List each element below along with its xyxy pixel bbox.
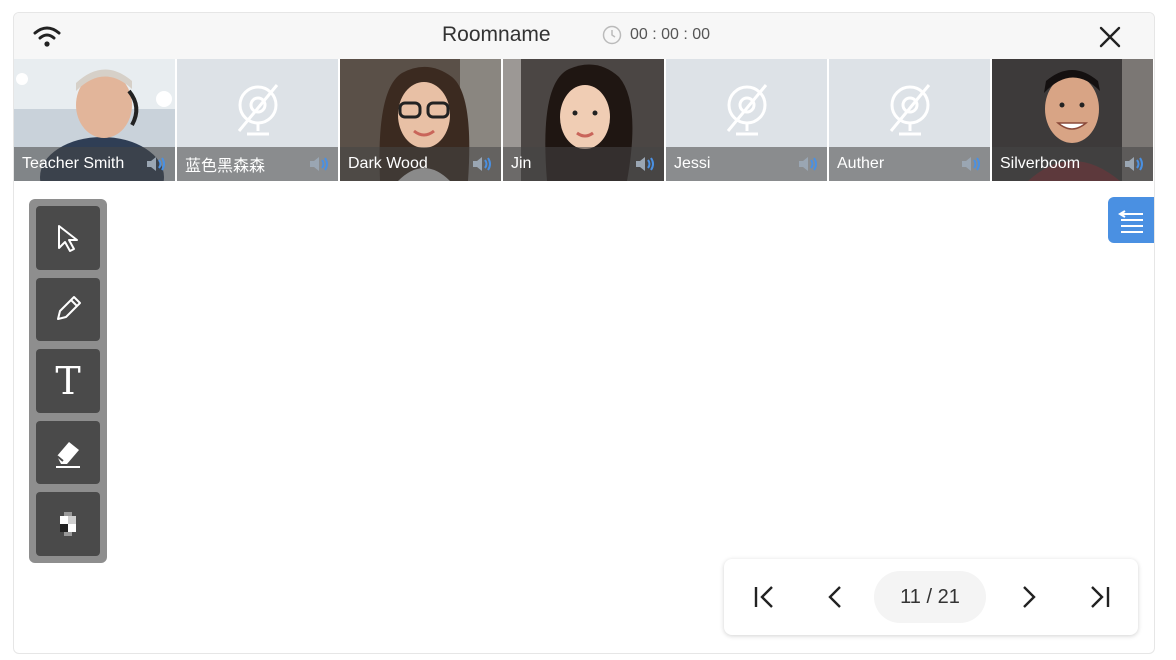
next-page-button[interactable]: [1008, 577, 1048, 617]
page-navigator: 11 / 21: [724, 559, 1138, 635]
participant-tile[interactable]: Jessi: [666, 59, 827, 181]
participant-tile[interactable]: Dark Wood: [340, 59, 501, 181]
participant-name: Dark Wood: [348, 155, 428, 172]
participant-strip: Teacher Smith 蓝色黑森森 Dark Wood Jin Jessi …: [14, 59, 1154, 181]
wifi-icon: [33, 26, 61, 47]
participant-name: Jessi: [674, 155, 711, 172]
speaker-icon[interactable]: [308, 155, 330, 173]
speaker-icon[interactable]: [145, 155, 167, 173]
participant-name: Jin: [511, 155, 532, 172]
whiteboard-toolbar: T: [29, 199, 107, 563]
mosaic-tool-button[interactable]: [36, 492, 100, 556]
pencil-icon: [57, 296, 81, 321]
list-menu-icon: [1118, 210, 1143, 233]
first-page-button[interactable]: [744, 577, 784, 617]
eraser-icon: [56, 441, 80, 468]
pencil-tool-button[interactable]: [36, 277, 100, 342]
participant-tile[interactable]: Jin: [503, 59, 664, 181]
room-title: Roomname: [442, 23, 551, 46]
last-page-icon: [1091, 586, 1110, 608]
camera-off-icon: [726, 84, 767, 136]
participant-tile[interactable]: Silverboom: [992, 59, 1153, 181]
last-page-button[interactable]: [1080, 577, 1120, 617]
speaker-icon[interactable]: [634, 155, 656, 173]
text-tool-button[interactable]: T: [36, 349, 100, 413]
participant-tile[interactable]: Auther: [829, 59, 990, 181]
timer-value: 00 : 00 : 00: [630, 26, 711, 43]
participant-name: Teacher Smith: [22, 155, 125, 172]
participant-tile[interactable]: Teacher Smith: [14, 59, 175, 181]
previous-page-button[interactable]: [816, 577, 856, 617]
chevron-left-icon: [828, 586, 841, 608]
speaker-icon[interactable]: [1123, 155, 1145, 173]
side-panel-button[interactable]: [1108, 197, 1154, 243]
session-timer: 00 : 00 : 00: [602, 25, 710, 45]
cursor-arrow-icon: [58, 224, 78, 252]
participant-name: Auther: [837, 155, 885, 172]
text-icon: T: [55, 358, 81, 403]
classroom-window: Roomname 00 : 00 : 00 Teacher Smith 蓝色黑森…: [13, 12, 1155, 654]
first-page-icon: [754, 586, 773, 608]
chevron-right-icon: [1023, 586, 1036, 608]
participant-name: Silverboom: [1000, 155, 1081, 172]
clock-icon: [602, 25, 622, 45]
participant-name: 蓝色黑森森: [185, 158, 266, 175]
camera-off-icon: [237, 84, 278, 136]
page-indicator: 11 / 21: [874, 571, 986, 623]
close-icon[interactable]: [1098, 25, 1122, 49]
camera-off-icon: [889, 84, 930, 136]
mosaic-icon: [60, 512, 76, 537]
eraser-tool-button[interactable]: [36, 420, 100, 485]
speaker-icon[interactable]: [960, 155, 982, 173]
speaker-icon[interactable]: [797, 155, 819, 173]
participant-tile[interactable]: 蓝色黑森森: [177, 59, 338, 181]
speaker-icon[interactable]: [471, 155, 493, 173]
select-tool-button[interactable]: [36, 206, 100, 270]
top-bar: Roomname 00 : 00 : 00: [14, 13, 1154, 59]
